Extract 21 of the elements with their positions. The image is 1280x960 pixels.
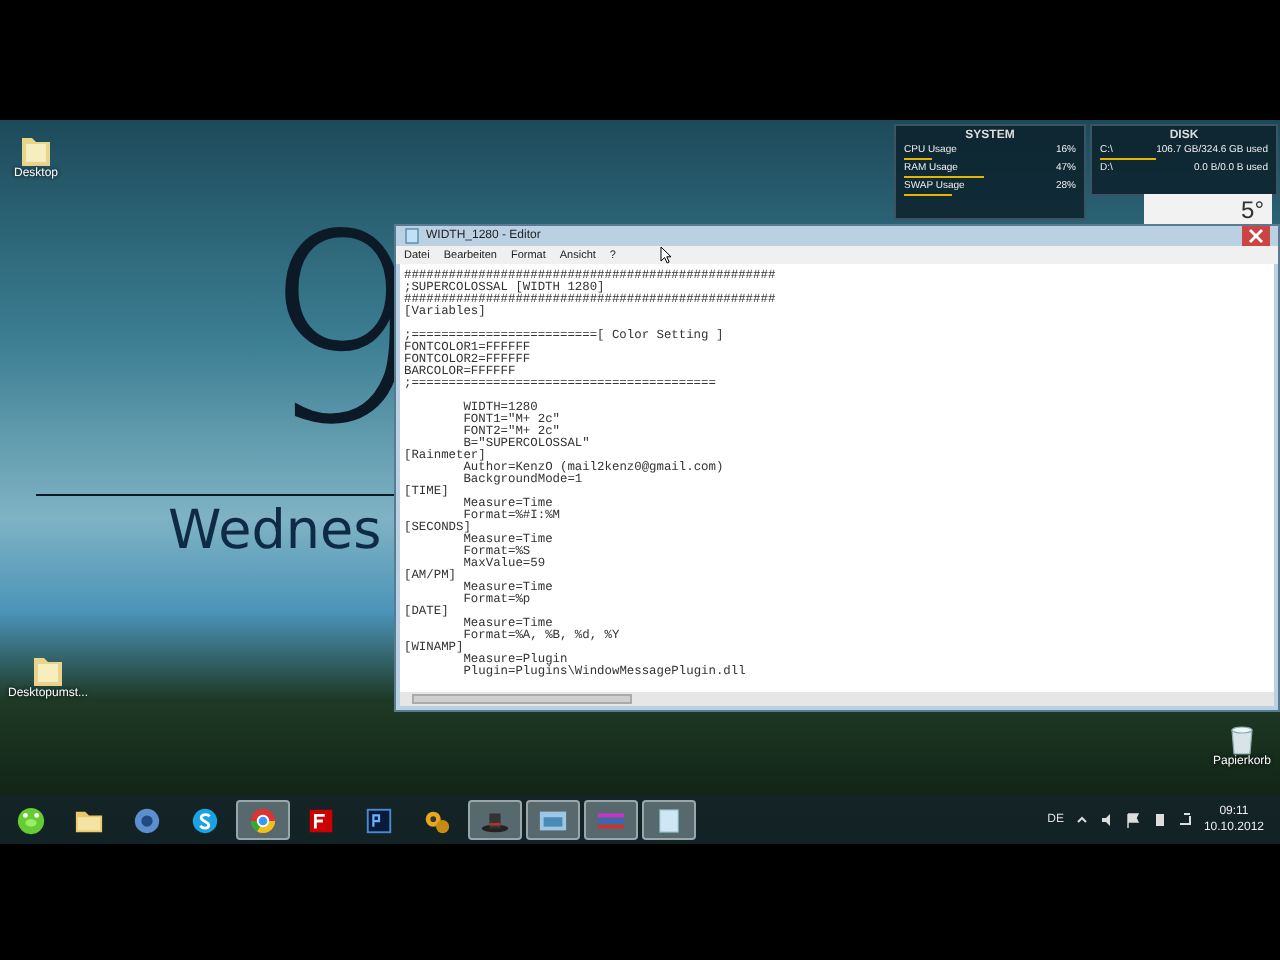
flag-icon[interactable] <box>1125 812 1142 828</box>
speaker-icon[interactable] <box>1099 812 1116 828</box>
face-icon <box>16 805 46 835</box>
taskbar-app[interactable] <box>468 800 522 840</box>
clock-weekday: Wednes <box>168 500 382 562</box>
notepad-icon <box>654 805 684 835</box>
disc-icon <box>132 805 162 835</box>
letter-f-icon <box>306 805 336 835</box>
folder-icon[interactable] <box>20 132 52 168</box>
round-browser-icon <box>248 805 278 835</box>
close-icon[interactable] <box>1242 226 1270 246</box>
temperature: 5° <box>1241 195 1264 223</box>
letter-p-icon <box>364 805 394 835</box>
horizontal-scrollbar[interactable] <box>400 692 1274 706</box>
s-letter-icon <box>190 805 220 835</box>
trash-bin-icon[interactable] <box>1228 724 1256 756</box>
chevron-icon[interactable] <box>1073 812 1090 828</box>
mouse-pointer-icon <box>660 246 672 264</box>
network-icon[interactable] <box>1177 812 1194 828</box>
notepad-icon <box>404 228 420 244</box>
folder-icon[interactable] <box>32 652 64 688</box>
